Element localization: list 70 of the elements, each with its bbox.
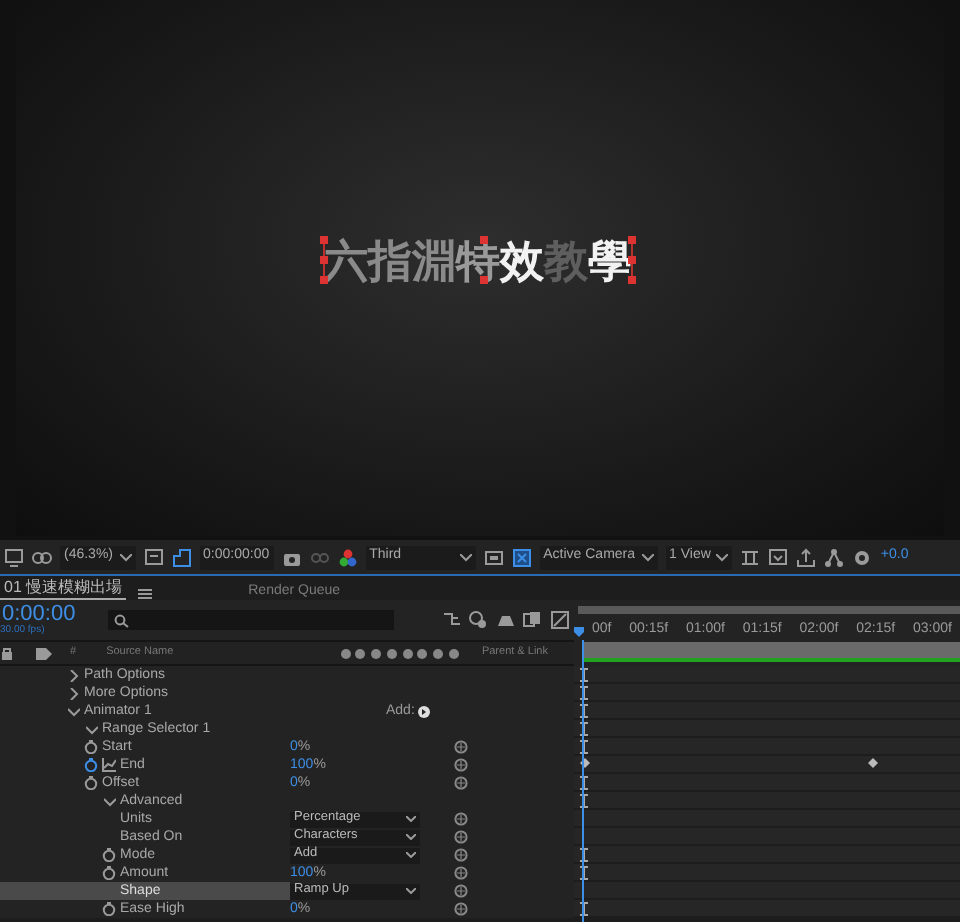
twirl-icon[interactable] <box>86 723 98 735</box>
transparency-grid-icon[interactable] <box>511 547 532 567</box>
twirl-icon[interactable] <box>68 705 80 717</box>
search-field[interactable] <box>107 610 394 630</box>
expression-pickwhip-icon[interactable] <box>454 758 468 772</box>
title-character: 六 <box>324 240 368 284</box>
expression-pickwhip-icon[interactable] <box>454 812 468 826</box>
keyframe-marker-icon <box>580 866 588 880</box>
graph-icon[interactable] <box>102 758 116 772</box>
caret-icon <box>459 553 472 561</box>
expression-pickwhip-icon[interactable] <box>454 830 468 844</box>
expression-pickwhip-icon[interactable] <box>454 902 468 916</box>
keyframe-marker-icon <box>580 902 588 916</box>
stopwatch-icon[interactable] <box>102 902 116 916</box>
current-time[interactable]: 0:00:00 <box>2 604 76 626</box>
add-menu-icon[interactable] <box>418 705 431 717</box>
region-of-interest-icon[interactable] <box>483 547 504 567</box>
title-character: 效 <box>500 240 544 284</box>
shy-layers-icon[interactable] <box>468 610 489 630</box>
stopwatch-icon[interactable] <box>102 866 116 880</box>
expression-pickwhip-icon[interactable] <box>454 740 468 754</box>
monitor-icon[interactable] <box>4 547 24 567</box>
title-character: 指 <box>368 240 412 284</box>
twirl-icon[interactable] <box>68 669 80 681</box>
mask-icon[interactable] <box>32 547 52 567</box>
twirl-icon[interactable] <box>104 795 116 807</box>
stopwatch-icon[interactable] <box>84 776 98 790</box>
grid-icon[interactable] <box>143 547 164 567</box>
layout-icon[interactable] <box>740 547 761 567</box>
region-icon[interactable] <box>171 547 192 567</box>
expression-pickwhip-icon[interactable] <box>454 776 468 790</box>
stopwatch-icon[interactable] <box>102 848 116 862</box>
caret-icon <box>406 852 416 858</box>
caret-icon <box>641 553 654 561</box>
caret-icon <box>716 553 729 561</box>
expression-pickwhip-icon[interactable] <box>454 848 468 862</box>
draft-3d-icon[interactable] <box>441 610 462 630</box>
expression-pickwhip-icon[interactable] <box>454 884 468 898</box>
lock-icon[interactable] <box>0 646 14 660</box>
title-character: 教 <box>544 240 588 284</box>
snapshot-icon[interactable] <box>768 547 789 567</box>
channels-icon[interactable] <box>337 547 358 567</box>
caret-icon <box>119 553 132 561</box>
title-character: 學 <box>588 240 632 284</box>
twirl-icon[interactable] <box>68 687 80 699</box>
keyframe-marker-icon <box>580 848 588 862</box>
keyframe-marker-icon <box>580 704 588 718</box>
stopwatch-icon[interactable] <box>84 740 98 754</box>
search-icon <box>113 613 130 627</box>
caret-icon <box>406 888 416 894</box>
stopwatch-icon[interactable] <box>84 758 98 772</box>
motion-blur-icon[interactable] <box>522 610 543 630</box>
keyframe-marker-icon <box>580 794 588 808</box>
menu-icon[interactable] <box>138 588 153 600</box>
export-icon[interactable] <box>796 547 817 567</box>
caret-icon <box>406 834 416 840</box>
keyframe-marker-icon <box>580 740 588 754</box>
caret-icon <box>406 816 416 822</box>
gear-icon[interactable] <box>852 547 873 567</box>
flowchart-icon[interactable] <box>824 547 845 567</box>
title-character: 淵 <box>412 240 456 284</box>
frame-blending-icon[interactable] <box>495 610 516 630</box>
graph-editor-icon[interactable] <box>549 610 570 630</box>
keyframe-marker-icon <box>580 686 588 700</box>
expression-pickwhip-icon[interactable] <box>454 866 468 880</box>
keyframe-icon[interactable] <box>868 758 878 768</box>
keyframe-marker-icon <box>580 776 588 790</box>
keyframe-marker-icon <box>580 722 588 736</box>
keyframe-marker-icon <box>580 668 588 682</box>
label-icon[interactable] <box>36 646 52 660</box>
